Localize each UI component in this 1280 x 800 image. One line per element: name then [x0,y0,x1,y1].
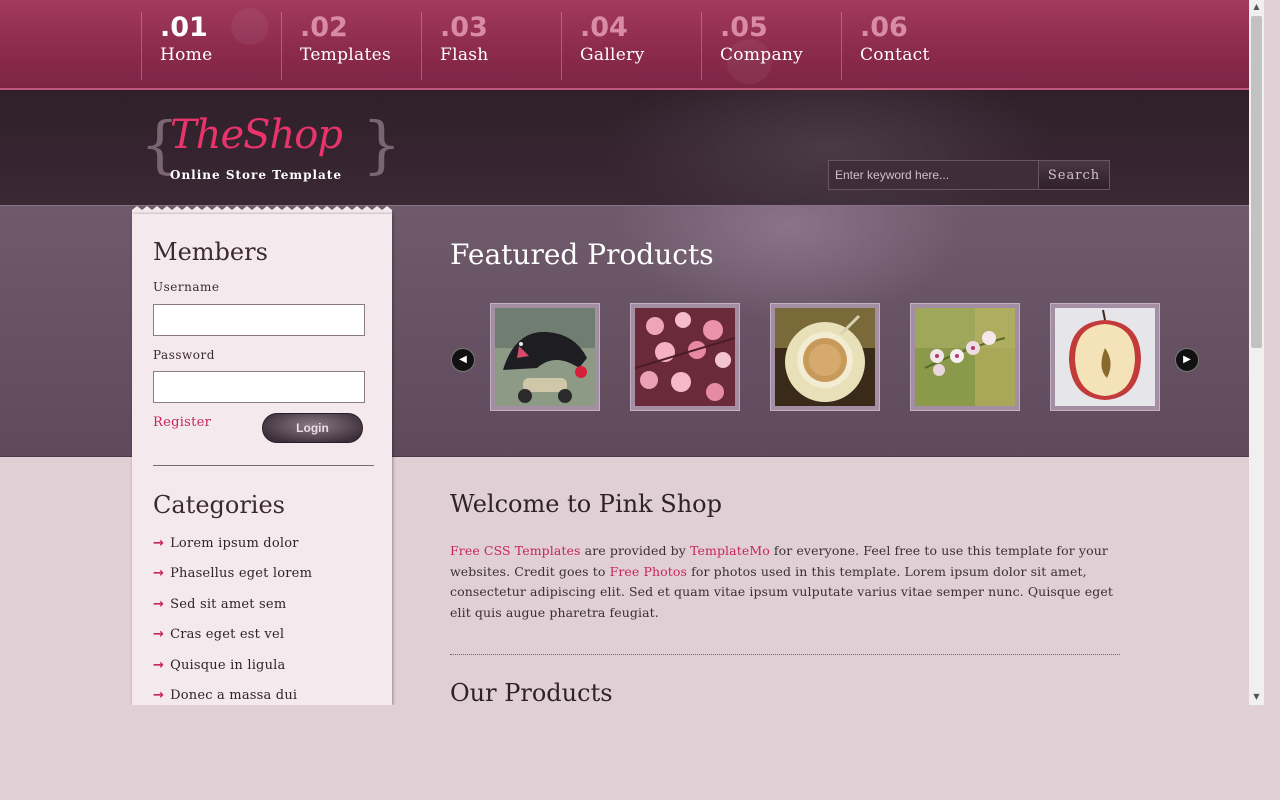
orchid-flowers-image [915,308,1015,406]
nav-item-templates[interactable]: .02 Templates [281,12,421,80]
nav-item-company[interactable]: .05 Company [701,12,841,80]
register-link[interactable]: Register [153,415,211,430]
product-thumbnail[interactable] [770,303,880,411]
nav-number: .06 [860,12,908,43]
nav-item-gallery[interactable]: .04 Gallery [561,12,701,80]
site-logo[interactable]: { } TheShop Online Store Template [140,106,401,196]
category-item[interactable]: → Donec a massa dui [153,688,312,705]
category-label: Lorem ipsum dolor [170,536,299,551]
nav-label: Company [720,45,804,65]
category-item[interactable]: → Lorem ipsum dolor [153,536,312,566]
password-field[interactable] [153,371,365,403]
welcome-text-part: are provided by [580,543,691,558]
category-item[interactable]: → Phasellus eget lorem [153,566,312,596]
page-viewport: .01 Home .02 Templates .03 Flash .04 Gal… [0,0,1249,705]
welcome-title: Welcome to Pink Shop [450,490,722,518]
category-label: Quisque in ligula [170,657,286,673]
arrow-right-icon: → [153,687,165,703]
nav-item-contact[interactable]: .06 Contact [841,12,981,80]
search-bar: Search [828,160,1110,190]
search-button[interactable]: Search [1039,160,1110,190]
panther-scooter-image [495,308,595,406]
logo-subtitle: Online Store Template [170,168,342,182]
scroll-down-icon[interactable]: ▼ [1249,690,1264,704]
featured-products-title: Featured Products [450,238,714,271]
arrow-left-icon: ◀ [459,354,467,365]
members-title: Members [153,238,268,266]
nav-label: Templates [300,45,391,65]
nav-number: .01 [160,12,208,43]
categories-title: Categories [153,491,285,519]
nav-item-home[interactable]: .01 Home [141,12,281,80]
category-label: Cras eget est vel [170,627,285,643]
category-item[interactable]: → Cras eget est vel [153,627,312,657]
site-header: { } TheShop Online Store Template Search [0,90,1249,206]
category-label: Donec a massa dui [170,687,298,703]
search-input[interactable] [828,160,1039,190]
our-products-title: Our Products [450,679,613,705]
category-label: Phasellus eget lorem [170,566,313,582]
top-navigation: .01 Home .02 Templates .03 Flash .04 Gal… [0,0,1249,90]
category-label: Sed sit amet sem [170,596,287,612]
free-photos-link[interactable]: Free Photos [610,564,687,579]
nav-number: .05 [720,12,768,43]
username-field[interactable] [153,304,365,336]
product-thumbnail[interactable] [630,303,740,411]
arrow-right-icon: → [153,627,165,643]
sidebar: Members Username Password Register Login… [132,214,392,705]
vertical-scrollbar[interactable]: ▲ ▼ [1249,0,1264,705]
sidebar-divider [153,465,374,466]
free-css-templates-link[interactable]: Free CSS Templates [450,543,581,558]
nav-label: Gallery [580,45,645,65]
nav-item-flash[interactable]: .03 Flash [421,12,561,80]
arrow-right-icon: ▶ [1183,354,1191,365]
arrow-right-icon: → [153,596,165,612]
logo-title: TheShop [170,112,343,158]
apple-half-image [1055,308,1155,406]
nav-number: .04 [580,12,628,43]
category-list: → Lorem ipsum dolor → Phasellus eget lorem… [153,536,312,705]
coffee-cup-image [775,308,875,406]
scrollbar-thumb[interactable] [1251,16,1262,348]
nav-number: .03 [440,12,488,43]
nav-label: Flash [440,45,489,65]
login-button[interactable]: Login [262,413,363,443]
carousel-prev-button[interactable]: ◀ [451,348,475,372]
product-thumbnail[interactable] [910,303,1020,411]
nav-label: Contact [860,45,930,65]
scroll-up-icon[interactable]: ▲ [1249,0,1264,14]
pink-blossoms-image [635,308,735,406]
nav-number: .02 [300,12,348,43]
arrow-right-icon: → [153,657,165,673]
templatemo-link[interactable]: TemplateMo [690,543,770,558]
carousel-next-button[interactable]: ▶ [1175,348,1199,372]
arrow-right-icon: → [153,536,165,551]
product-thumbnail[interactable] [490,303,600,411]
arrow-right-icon: → [153,566,165,582]
password-label: Password [153,348,215,362]
logo-brace-right: } [362,108,402,181]
username-label: Username [153,280,220,294]
nav-label: Home [160,45,213,65]
welcome-paragraph: Free CSS Templates are provided by Templ… [450,541,1122,624]
category-item[interactable]: → Quisque in ligula [153,658,312,688]
content-divider [450,654,1120,655]
product-thumbnail[interactable] [1050,303,1160,411]
category-item[interactable]: → Sed sit amet sem [153,597,312,627]
